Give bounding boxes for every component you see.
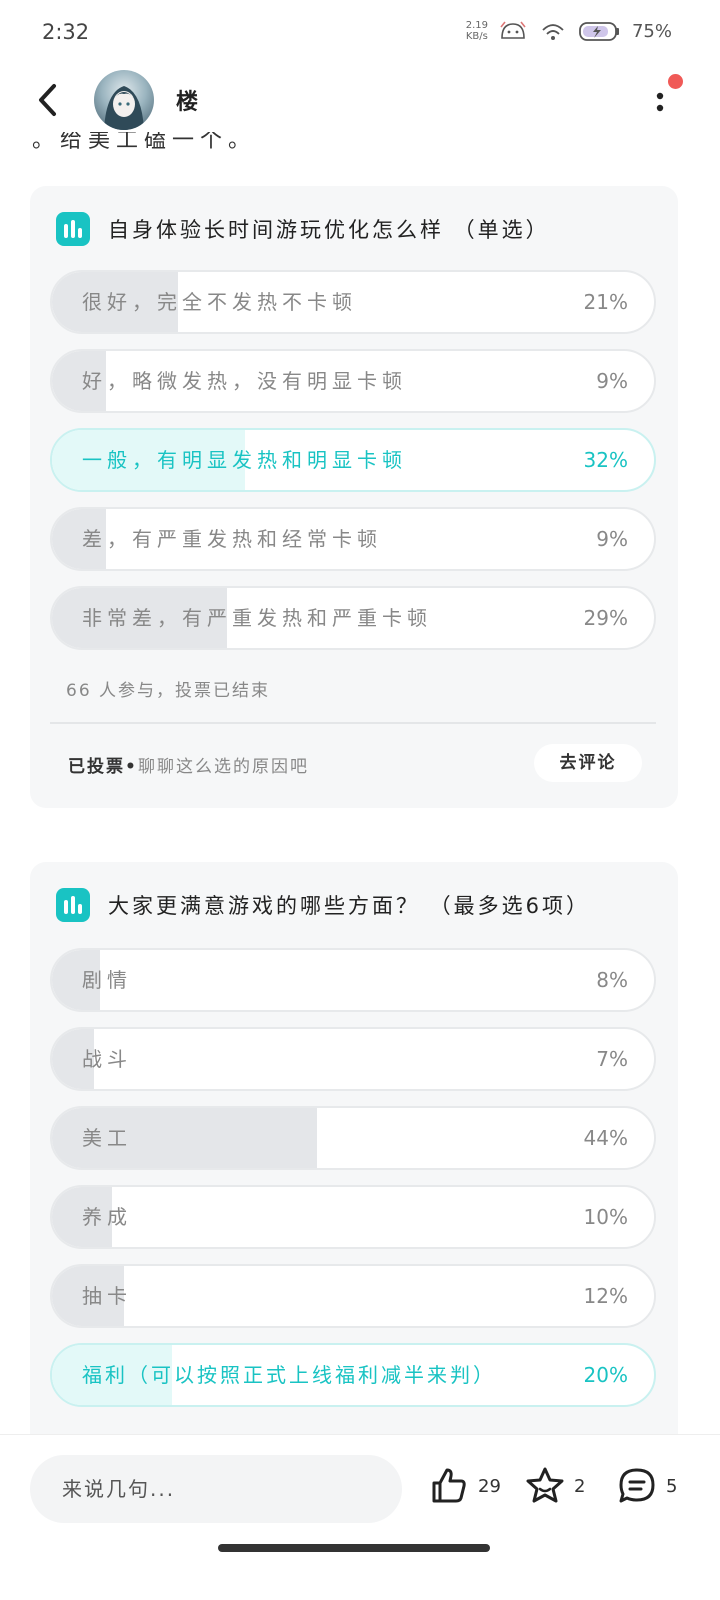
notification-dot — [668, 74, 683, 89]
poll-option[interactable]: 非常差，有严重发热和严重卡顿 29% — [50, 586, 656, 650]
battery-icon — [579, 22, 619, 41]
option-label: 好，略微发热，没有明显卡顿 — [82, 369, 407, 393]
poll-option[interactable]: 差，有严重发热和经常卡顿 9% — [50, 507, 656, 571]
option-label: 一般，有明显发热和明显卡顿 — [82, 448, 407, 472]
option-label: 福利（可以按照正式上线福利减半来判） — [82, 1363, 496, 1387]
poll-participation: 66 人参与，投票已结束 — [66, 681, 271, 701]
divider — [50, 722, 656, 724]
option-label: 养成 — [82, 1205, 132, 1229]
poll-header: 大家更满意游戏的哪些方面？ （最多选6项） — [56, 888, 590, 922]
poll-option[interactable]: 福利（可以按照正式上线福利减半来判） 20% — [50, 1343, 656, 1407]
option-label: 很好，完全不发热不卡顿 — [82, 290, 357, 314]
option-percent: 10% — [583, 1205, 628, 1229]
option-percent: 32% — [583, 448, 628, 472]
comment-icon — [619, 1468, 655, 1503]
poll-card-2: 大家更满意游戏的哪些方面？ （最多选6项） 剧情 8% 战斗 7% 美工 44%… — [30, 862, 678, 1462]
like-button[interactable]: 29 — [428, 1465, 501, 1507]
option-percent: 44% — [583, 1126, 628, 1150]
signal-icon — [500, 21, 526, 39]
poll-option[interactable]: 很好，完全不发热不卡顿 21% — [50, 270, 656, 334]
voted-label: 已投票• — [68, 757, 138, 777]
network-speed: 2.19 KB/s — [465, 20, 488, 42]
option-label: 差，有严重发热和经常卡顿 — [82, 527, 382, 551]
author-name[interactable]: 楼 — [176, 84, 198, 116]
option-label: 非常差，有严重发热和严重卡顿 — [82, 606, 432, 630]
comments-button[interactable]: 5 — [616, 1465, 677, 1507]
option-percent: 21% — [583, 290, 628, 314]
star-icon — [526, 1467, 564, 1503]
favorite-count: 2 — [574, 1475, 586, 1497]
poll-option[interactable]: 养成 10% — [50, 1185, 656, 1249]
option-label: 剧情 — [82, 968, 132, 992]
option-percent: 9% — [596, 527, 628, 551]
status-bar: 2:32 2.19 KB/s 75% — [0, 0, 720, 64]
poll-option[interactable]: 抽卡 12% — [50, 1264, 656, 1328]
like-count: 29 — [478, 1475, 501, 1497]
poll-option[interactable]: 好，略微发热，没有明显卡顿 9% — [50, 349, 656, 413]
option-label: 战斗 — [82, 1047, 132, 1071]
post-text-clipped: 。给美工磕一个。 — [32, 132, 257, 153]
option-label: 抽卡 — [82, 1284, 132, 1308]
comment-count: 5 — [666, 1475, 678, 1497]
go-comment-button[interactable]: 去评论 — [534, 744, 642, 782]
more-icon[interactable] — [648, 82, 672, 122]
option-percent: 7% — [596, 1047, 628, 1071]
status-indicators: 2.19 KB/s 75% — [466, 18, 672, 44]
poll-option[interactable]: 剧情 8% — [50, 948, 656, 1012]
avatar-image — [104, 86, 144, 130]
option-label: 美工 — [82, 1126, 132, 1150]
post-header: 楼 — [0, 66, 720, 136]
option-percent: 12% — [583, 1284, 628, 1308]
option-percent: 29% — [583, 606, 628, 630]
poll-title: 大家更满意游戏的哪些方面？ （最多选6项） — [108, 894, 591, 918]
status-time: 2:32 — [42, 20, 90, 44]
favorite-button[interactable]: 2 — [524, 1465, 585, 1507]
voted-hint: 聊聊这么选的原因吧 — [138, 757, 309, 777]
battery-percent: 75% — [631, 20, 672, 42]
wifi-icon — [542, 24, 564, 40]
comment-input[interactable]: 来说几句... — [30, 1455, 402, 1523]
poll-card-1: 自身体验长时间游玩优化怎么样 （单选） 很好，完全不发热不卡顿 21% 好，略微… — [30, 186, 678, 808]
option-percent: 8% — [596, 968, 628, 992]
poll-icon — [56, 212, 90, 246]
option-percent: 20% — [583, 1363, 628, 1387]
poll-icon — [56, 888, 90, 922]
back-icon[interactable] — [34, 80, 62, 120]
poll-title: 自身体验长时间游玩优化怎么样 （单选） — [108, 218, 550, 242]
option-percent: 9% — [596, 369, 628, 393]
avatar[interactable] — [94, 70, 154, 130]
home-indicator[interactable] — [218, 1544, 490, 1552]
bottom-action-bar: 来说几句... 29 2 5 — [0, 1434, 720, 1600]
poll-option[interactable]: 一般，有明显发热和明显卡顿 32% — [50, 428, 656, 492]
poll-header: 自身体验长时间游玩优化怎么样 （单选） — [56, 212, 550, 246]
thumbs-up-icon — [432, 1468, 466, 1503]
poll-option[interactable]: 美工 44% — [50, 1106, 656, 1170]
poll-option[interactable]: 战斗 7% — [50, 1027, 656, 1091]
